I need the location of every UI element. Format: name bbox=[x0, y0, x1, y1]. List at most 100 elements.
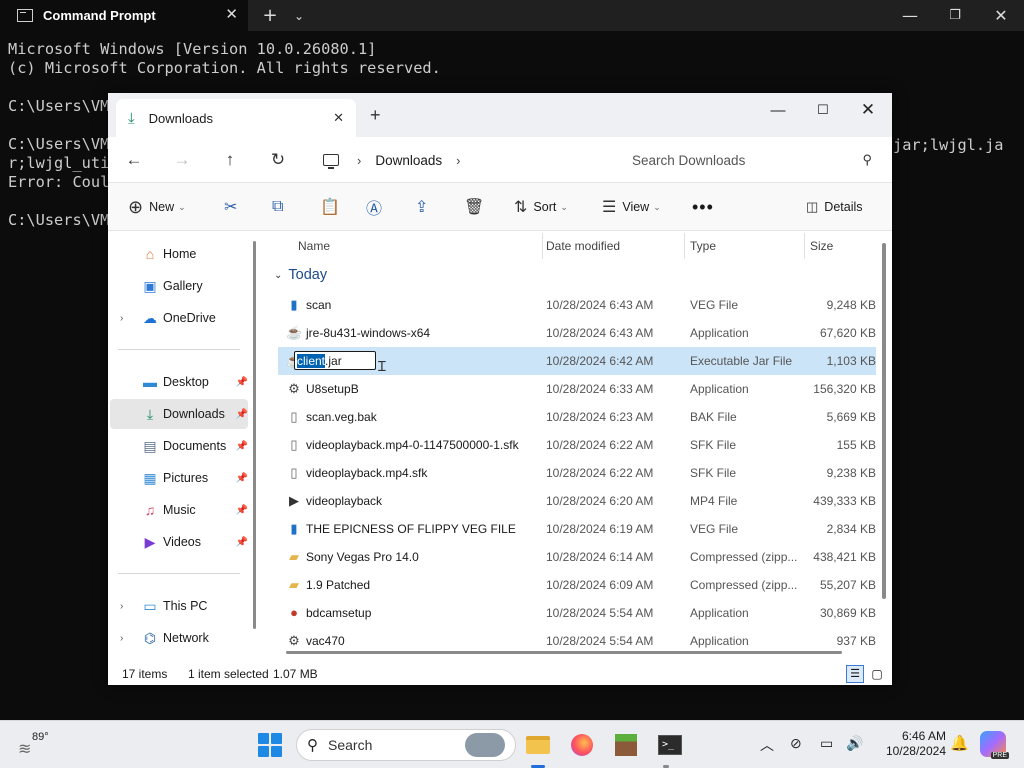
rename-input[interactable]: client .jar bbox=[294, 351, 376, 370]
pin-icon[interactable]: 📌 bbox=[236, 377, 248, 388]
column-header-type[interactable]: Type bbox=[690, 231, 716, 261]
back-arrow-icon[interactable]: ← bbox=[120, 147, 148, 173]
sidebar-item-home[interactable]: ⌂ Home bbox=[110, 239, 248, 269]
pin-icon[interactable]: 📌 bbox=[236, 473, 248, 484]
rename-button[interactable]: Ⓐ bbox=[366, 183, 382, 231]
delete-button[interactable]: 🗑 bbox=[464, 183, 484, 231]
sidebar-item-documents[interactable]: ▤ Documents 📌 bbox=[110, 431, 248, 461]
copy-button[interactable]: ⧉ bbox=[272, 183, 283, 231]
cmd-tab-title: Command Prompt bbox=[43, 8, 156, 23]
sidebar-item-music[interactable]: ♫ Music 📌 bbox=[110, 495, 248, 525]
pin-icon[interactable]: 📌 bbox=[236, 505, 248, 516]
sidebar-scrollbar[interactable] bbox=[253, 241, 256, 629]
file-row[interactable]: ▯ videoplayback.mp4-0-1147500000-1.sfk 10/… bbox=[278, 431, 876, 459]
firefox-taskbar-button[interactable] bbox=[566, 729, 598, 761]
close-icon[interactable]: ✕ bbox=[225, 5, 238, 23]
clock[interactable]: 6:46 AM 10/28/2024 bbox=[870, 729, 946, 759]
restore-button[interactable]: ❐ bbox=[935, 0, 975, 31]
sidebar-item-gallery[interactable]: ▣ Gallery bbox=[110, 271, 248, 301]
more-options-icon[interactable]: ••• bbox=[692, 183, 714, 231]
share-icon: ⇪ bbox=[415, 199, 429, 216]
file-row[interactable]: ▯ videoplayback.mp4.sfk 10/28/2024 6:22 AM… bbox=[278, 459, 876, 487]
pin-icon[interactable]: 📌 bbox=[236, 441, 248, 452]
paste-button[interactable]: 📋 bbox=[320, 183, 340, 231]
cmd-tab[interactable]: Command Prompt ✕ bbox=[0, 0, 248, 31]
tiles-view-icon[interactable]: ▢ bbox=[868, 665, 886, 683]
network-icon[interactable]: ⊘ bbox=[790, 735, 802, 752]
weather-widget[interactable]: ≋ 89° bbox=[18, 729, 58, 761]
column-divider[interactable] bbox=[684, 233, 685, 259]
bell-icon[interactable]: 🔔 bbox=[950, 734, 969, 752]
chevron-up-icon[interactable]: ︿ bbox=[760, 735, 774, 755]
chevron-right-icon[interactable]: › bbox=[120, 601, 123, 612]
sidebar-item-videos[interactable]: ▶ Videos 📌 bbox=[110, 527, 248, 557]
minimize-button[interactable]: — bbox=[890, 0, 930, 31]
sidebar-item-pictures[interactable]: ▦ Pictures 📌 bbox=[110, 463, 248, 493]
new-button[interactable]: ⊕ New ⌄ bbox=[128, 183, 186, 231]
file-row[interactable]: ▰ 1.9 Patched 10/28/2024 6:09 AM Compressed… bbox=[278, 571, 876, 599]
chevron-right-icon[interactable]: › bbox=[357, 153, 361, 168]
search-icon[interactable]: ⚲ bbox=[862, 152, 872, 168]
vertical-scrollbar[interactable] bbox=[882, 243, 886, 599]
file-row[interactable]: ▶ videoplayback 10/28/2024 6:20 AM MP4 File… bbox=[278, 487, 876, 515]
pin-icon[interactable]: 📌 bbox=[236, 409, 248, 420]
file-row[interactable]: ▯ scan.veg.bak 10/28/2024 6:23 AM BAK File 5… bbox=[278, 403, 876, 431]
file-row[interactable]: ☕ jre-8u431-windows-x64 10/28/2024 6:43 AM… bbox=[278, 319, 876, 347]
pin-icon[interactable]: 📌 bbox=[236, 537, 248, 548]
taskbar-search[interactable]: ⚲ Search bbox=[296, 729, 516, 761]
file-explorer-taskbar-button[interactable] bbox=[522, 729, 554, 761]
details-button[interactable]: ◫ Details bbox=[806, 183, 863, 231]
minecraft-taskbar-button[interactable] bbox=[610, 729, 642, 761]
start-button[interactable] bbox=[258, 733, 282, 757]
sidebar-item-this-pc[interactable]: › ▭ This PC bbox=[110, 591, 248, 621]
refresh-icon[interactable]: ↻ bbox=[264, 147, 292, 173]
explorer-tab[interactable]: ⤓ Downloads ✕ bbox=[116, 99, 356, 137]
view-button[interactable]: ☰ View ⌄ bbox=[602, 183, 661, 231]
file-row[interactable]: ● bdcamsetup 10/28/2024 5:54 AM Application… bbox=[278, 599, 876, 627]
details-view-icon[interactable]: ☰ bbox=[846, 665, 864, 683]
search-input[interactable] bbox=[630, 151, 840, 169]
file-row[interactable]: ▰ Sony Vegas Pro 14.0 10/28/2024 6:14 AM Co… bbox=[278, 543, 876, 571]
address-bar[interactable]: › Downloads › bbox=[314, 144, 610, 176]
chevron-right-icon[interactable]: › bbox=[456, 153, 460, 168]
new-tab-button[interactable]: + bbox=[258, 0, 282, 31]
column-divider[interactable] bbox=[542, 233, 543, 259]
display-icon[interactable]: ▭ bbox=[820, 735, 833, 752]
chevron-down-icon[interactable]: ⌄ bbox=[288, 0, 310, 31]
copilot-icon[interactable]: PRE bbox=[980, 731, 1009, 759]
column-divider[interactable] bbox=[804, 233, 805, 259]
file-row[interactable]: ⚙ U8setupB 10/28/2024 6:33 AM Application 15… bbox=[278, 375, 876, 403]
close-icon[interactable]: ✕ bbox=[333, 110, 344, 126]
search-box[interactable]: ⚲ bbox=[618, 144, 882, 176]
share-button[interactable]: ⇪ bbox=[415, 183, 428, 231]
monitor-icon[interactable] bbox=[323, 154, 339, 169]
up-arrow-icon[interactable]: ↑ bbox=[216, 147, 244, 173]
sort-button[interactable]: ⇅ Sort ⌄ bbox=[514, 183, 568, 231]
terminal-taskbar-button[interactable]: >_ bbox=[654, 729, 686, 761]
cut-button[interactable]: ✂ bbox=[224, 183, 237, 231]
file-row[interactable]: ▮ scan 10/28/2024 6:43 AM VEG File 9,248 KB bbox=[278, 291, 876, 319]
maximize-button[interactable]: ☐ bbox=[803, 97, 843, 123]
chevron-right-icon[interactable]: › bbox=[120, 313, 123, 324]
column-header-name[interactable]: Name bbox=[298, 231, 330, 261]
breadcrumb-downloads[interactable]: Downloads bbox=[375, 153, 442, 168]
group-header-today[interactable]: ⌄ Today bbox=[274, 267, 327, 283]
volume-icon[interactable]: 🔊 bbox=[846, 735, 863, 752]
column-header-date[interactable]: Date modified bbox=[546, 231, 620, 261]
file-row[interactable]: ▮ THE EPICNESS OF FLIPPY VEG FILE 10/28/20… bbox=[278, 515, 876, 543]
sidebar-item-network[interactable]: › ⌬ Network bbox=[110, 623, 248, 653]
file-size: 2,834 KB bbox=[826, 522, 876, 536]
file-name: videoplayback bbox=[306, 494, 383, 508]
horizontal-scrollbar[interactable] bbox=[286, 651, 842, 654]
sidebar-item-onedrive[interactable]: › ☁ OneDrive bbox=[110, 303, 248, 333]
window-close-button[interactable]: ✕ bbox=[980, 0, 1022, 31]
file-row[interactable]: ☕client.jar10/28/2024 6:42 AMExecutable … bbox=[278, 347, 876, 375]
sidebar-item-desktop[interactable]: ▬ Desktop 📌 bbox=[110, 367, 248, 397]
minimize-button[interactable]: — bbox=[758, 97, 798, 123]
chevron-right-icon[interactable]: › bbox=[120, 633, 123, 644]
window-close-button[interactable]: ✕ bbox=[848, 97, 888, 123]
sidebar-item-downloads[interactable]: ⤓ Downloads 📌 bbox=[110, 399, 248, 429]
new-tab-button[interactable]: + bbox=[370, 105, 381, 126]
column-header-size[interactable]: Size bbox=[810, 231, 833, 261]
forward-arrow-icon[interactable]: → bbox=[168, 147, 196, 173]
